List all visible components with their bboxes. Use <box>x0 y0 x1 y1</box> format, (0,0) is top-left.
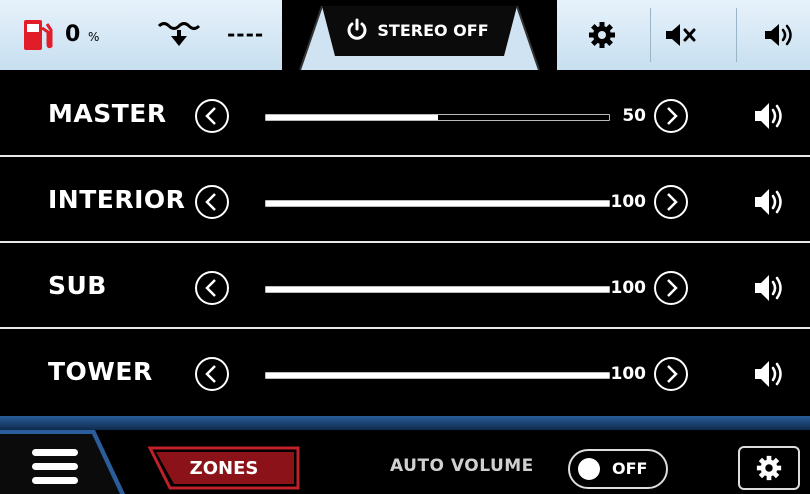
zone-label: SUB <box>48 271 107 300</box>
toggle-knob <box>578 458 600 480</box>
stereo-power-button[interactable]: STEREO OFF <box>312 6 522 58</box>
volume-down-button[interactable] <box>194 270 230 306</box>
top-status-bar: 0 % ---- STEREO OFF <box>0 0 810 71</box>
volume-slider[interactable] <box>265 286 610 293</box>
zone-row-master: MASTER 50 <box>0 73 810 157</box>
zone-row-interior: INTERIOR 100 <box>0 159 810 243</box>
toggle-state-label: OFF <box>612 459 648 478</box>
volume-slider[interactable] <box>265 114 610 121</box>
fuel-level-value: 0 <box>65 22 81 47</box>
fuel-pump-icon <box>24 20 53 50</box>
speaker-mute-icon[interactable] <box>663 20 699 50</box>
zone-volume-value: 100 <box>610 364 647 384</box>
depth-value: ---- <box>227 22 265 46</box>
volume-slider[interactable] <box>265 372 610 379</box>
speaker-icon[interactable] <box>762 20 798 50</box>
volume-slider-fill <box>266 115 438 120</box>
speaker-icon[interactable] <box>752 357 788 391</box>
fuel-level-unit: % <box>88 30 100 44</box>
zone-label: INTERIOR <box>48 185 186 214</box>
zone-volume-value: 50 <box>622 106 646 126</box>
volume-down-button[interactable] <box>194 184 230 220</box>
zones-button-label: ZONES <box>189 457 259 479</box>
hamburger-menu-icon[interactable] <box>0 416 140 494</box>
volume-slider-fill <box>266 287 609 292</box>
volume-down-button[interactable] <box>194 98 230 134</box>
speaker-icon[interactable] <box>752 99 788 133</box>
zone-label: TOWER <box>48 357 153 386</box>
divider <box>650 8 651 62</box>
bottom-bar: ZONES AUTO VOLUME OFF <box>0 416 810 494</box>
volume-up-button[interactable] <box>653 270 689 306</box>
zone-row-sub: SUB 100 <box>0 245 810 329</box>
zone-volume-value: 100 <box>610 192 647 212</box>
volume-slider-fill <box>266 201 609 206</box>
volume-up-button[interactable] <box>653 184 689 220</box>
speaker-icon[interactable] <box>752 185 788 219</box>
water-depth-icon <box>157 22 201 46</box>
volume-up-button[interactable] <box>653 356 689 392</box>
volume-slider[interactable] <box>265 200 610 207</box>
divider <box>736 8 737 62</box>
stereo-status-label: STEREO OFF <box>377 20 489 40</box>
gear-icon[interactable] <box>587 20 617 50</box>
auto-volume-label: AUTO VOLUME <box>390 456 534 476</box>
speaker-icon[interactable] <box>752 271 788 305</box>
zone-row-tower: TOWER 100 <box>0 331 810 415</box>
volume-down-button[interactable] <box>194 356 230 392</box>
auto-volume-toggle[interactable]: OFF <box>568 449 668 489</box>
volume-up-button[interactable] <box>653 98 689 134</box>
zone-label: MASTER <box>48 99 167 128</box>
power-icon <box>347 18 367 40</box>
settings-button[interactable] <box>738 446 800 490</box>
volume-slider-fill <box>266 373 609 378</box>
gear-icon <box>756 455 782 481</box>
zone-volume-value: 100 <box>610 278 647 298</box>
